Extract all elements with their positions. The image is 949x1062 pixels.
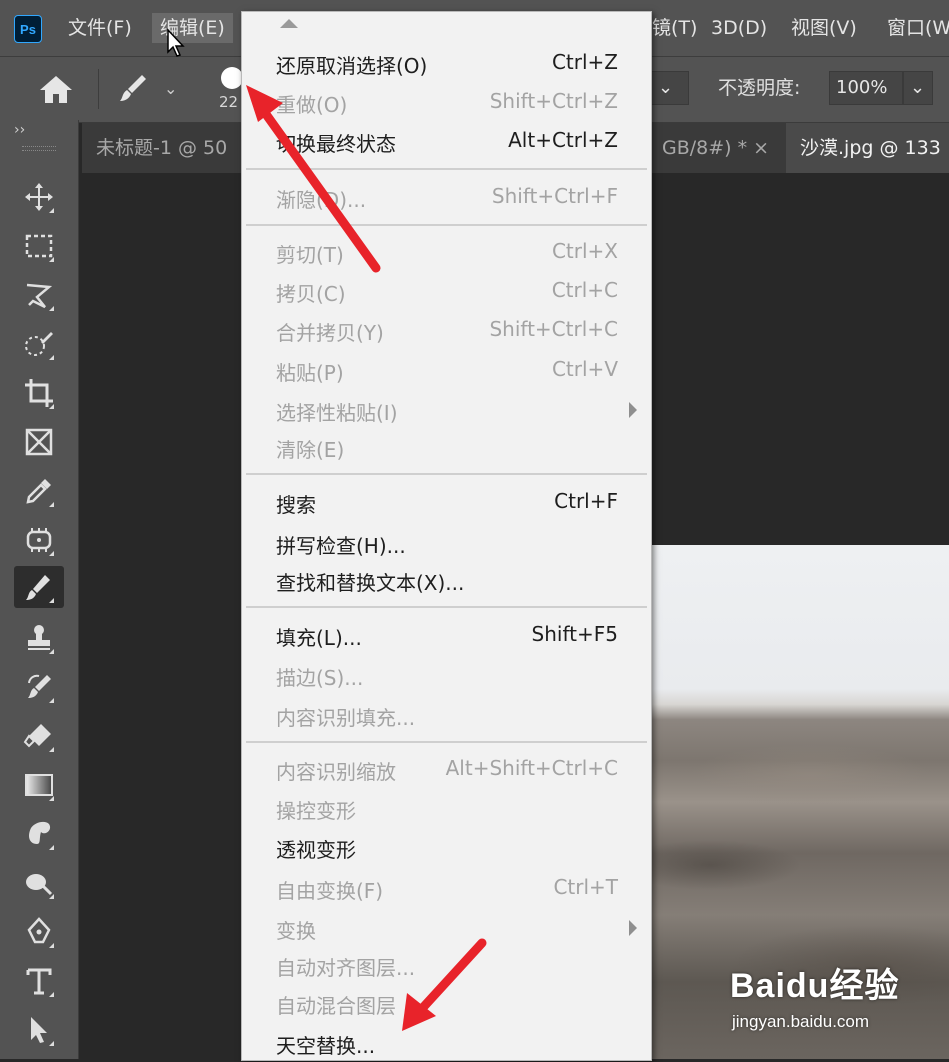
opacity-label: 不透明度: (718, 77, 801, 99)
submenu-arrow-icon (629, 920, 637, 936)
blur-tool-icon[interactable] (14, 813, 64, 855)
menu-view[interactable]: 视图(V) (783, 13, 865, 43)
menu-filter[interactable]: 镜(T) (644, 13, 705, 43)
menu-item-cut[interactable]: 剪切(T) Ctrl+X (242, 233, 651, 271)
menu-item-clear[interactable]: 清除(E) (242, 428, 651, 466)
brush-size-label: 22 (219, 93, 239, 111)
menu-item-fill[interactable]: 填充(L)... Shift+F5 (242, 616, 651, 654)
move-tool-icon[interactable] (14, 176, 64, 218)
tools-panel: ›› (0, 120, 79, 1059)
tab-desert-jpg[interactable]: 沙漠.jpg @ 133 (786, 123, 949, 173)
menu-item-paste-special[interactable]: 选择性粘贴(I) (242, 391, 651, 429)
menu-item-undo[interactable]: 还原取消选择(O) Ctrl+Z (242, 44, 651, 82)
menu-item-auto-align-layers[interactable]: 自动对齐图层... (242, 946, 651, 984)
home-icon[interactable] (38, 73, 74, 105)
eraser-tool-icon[interactable] (14, 715, 64, 757)
menu-item-redo[interactable]: 重做(O) Shift+Ctrl+Z (242, 83, 651, 121)
menu-item-content-aware-scale[interactable]: 内容识别缩放 Alt+Shift+Ctrl+C (242, 750, 651, 788)
brush-preset-icon[interactable] (116, 71, 156, 107)
quick-selection-tool-icon[interactable] (14, 323, 64, 365)
menu-item-free-transform[interactable]: 自由变换(F) Ctrl+T (242, 869, 651, 907)
crop-tool-icon[interactable] (14, 372, 64, 414)
menu-file[interactable]: 文件(F) (60, 13, 140, 43)
opacity-dropdown-button[interactable]: ⌄ (903, 71, 933, 105)
type-tool-icon[interactable] (14, 960, 64, 1002)
menu-3d[interactable]: 3D(D) (703, 13, 775, 43)
brush-size-preview[interactable] (221, 67, 243, 89)
history-brush-tool-icon[interactable] (14, 666, 64, 708)
menu-item-auto-blend-layers[interactable]: 自动混合图层 (242, 984, 651, 1022)
menu-item-content-aware-fill[interactable]: 内容识别填充... (242, 696, 651, 734)
lasso-tool-icon[interactable] (14, 274, 64, 316)
menu-item-perspective-warp[interactable]: 透视变形 (242, 828, 651, 866)
edit-menu-dropdown: 还原取消选择(O) Ctrl+Z 重做(O) Shift+Ctrl+Z 切换最终状态… (241, 11, 652, 1061)
menu-item-copy-merged[interactable]: 合并拷贝(Y) Shift+Ctrl+C (242, 311, 651, 349)
menu-item-sky-replacement[interactable]: 天空替换... (242, 1024, 651, 1062)
menu-item-find-replace-text[interactable]: 查找和替换文本(X)... (242, 561, 651, 599)
mode-dropdown-arrow[interactable]: ⌄ (651, 71, 689, 105)
opacity-input[interactable]: 100% (829, 71, 903, 105)
menu-item-transform[interactable]: 变换 (242, 909, 651, 947)
stamp-tool-icon[interactable] (14, 617, 64, 659)
baidu-jingyan-watermark: Baidu经验 jingyan.baidu.com (724, 958, 934, 1038)
menu-window[interactable]: 窗口(W (879, 13, 949, 43)
menu-item-copy[interactable]: 拷贝(C) Ctrl+C (242, 272, 651, 310)
pen-tool-icon[interactable] (14, 911, 64, 953)
menu-item-fade[interactable]: 渐隐(D)... Shift+Ctrl+F (242, 178, 651, 216)
tab-document-2[interactable]: GB/8#) * × (648, 123, 796, 173)
menu-item-puppet-warp[interactable]: 操控变形 (242, 789, 651, 827)
menu-item-stroke[interactable]: 描边(S)... (242, 656, 651, 694)
dodge-tool-icon[interactable] (14, 862, 64, 904)
menu-item-search[interactable]: 搜索 Ctrl+F (242, 483, 651, 521)
frame-tool-icon[interactable] (14, 421, 64, 463)
gradient-tool-icon[interactable] (14, 764, 64, 806)
mouse-cursor-icon (166, 28, 186, 58)
tab-untitled-1[interactable]: 未标题-1 @ 50 (82, 123, 260, 173)
chevron-down-icon[interactable]: ⌄ (164, 79, 177, 98)
menu-item-spell-check[interactable]: 拼写检查(H)... (242, 524, 651, 562)
scroll-up-arrow-icon[interactable] (280, 19, 298, 28)
healing-tool-icon[interactable] (14, 519, 64, 561)
path-selection-tool-icon[interactable] (14, 1009, 64, 1051)
brush-tool-icon[interactable] (14, 566, 64, 608)
photoshop-logo-icon: Ps (14, 15, 42, 43)
menu-item-toggle-last-state[interactable]: 切换最终状态 Alt+Ctrl+Z (242, 122, 651, 160)
watermark-url: jingyan.baidu.com (732, 1012, 870, 1031)
panel-expand-icon[interactable]: ›› (14, 122, 25, 138)
menu-edit[interactable]: 编辑(E) (152, 13, 233, 43)
watermark-logo: Baidu经验 (730, 967, 900, 1005)
marquee-tool-icon[interactable] (14, 225, 64, 267)
eyedropper-tool-icon[interactable] (14, 470, 64, 512)
submenu-arrow-icon (629, 402, 637, 418)
menu-item-paste[interactable]: 粘贴(P) Ctrl+V (242, 351, 651, 389)
